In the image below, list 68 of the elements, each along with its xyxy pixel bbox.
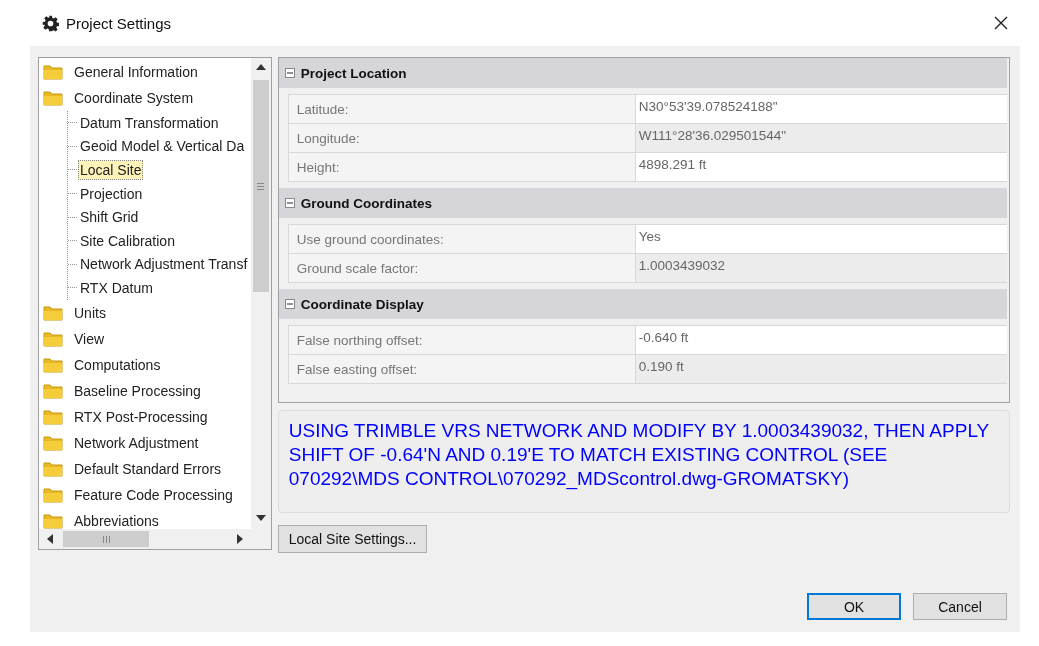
- close-icon: [993, 15, 1009, 31]
- property-value[interactable]: W111°28'36.029501544": [635, 124, 1007, 152]
- tree-item[interactable]: View: [72, 328, 107, 349]
- property-value[interactable]: Yes: [635, 225, 1007, 253]
- property-value[interactable]: 0.190 ft: [635, 355, 1007, 383]
- property-label: Height:: [288, 153, 636, 181]
- folder-icon: [43, 486, 63, 503]
- tree-item[interactable]: Coordinate System: [72, 88, 196, 108]
- folder-icon: [43, 90, 63, 106]
- local-site-settings-button[interactable]: Local Site Settings...: [277, 525, 428, 553]
- scroll-down-icon[interactable]: [255, 515, 266, 521]
- category-title: Ground Coordinates: [300, 195, 432, 211]
- tree-item[interactable]: RTX Post-Processing: [72, 406, 210, 427]
- tree-item[interactable]: Site Calibration: [78, 230, 177, 251]
- property-label: Longitude:: [288, 124, 636, 152]
- property-value[interactable]: 1.0003439032: [635, 254, 1007, 282]
- scroll-thumb[interactable]: [252, 80, 269, 292]
- tree-item[interactable]: Default Standard Errors: [72, 458, 224, 479]
- note-text: USING TRIMBLE VRS NETWORK AND MODIFY BY 1.0003439032, THEN APPLY SHIFT OF -0.64'N AND 0.19'E TO MATCH EXISTING CONTROL (SEE 070292\MDS CONTROL\070292_MDScontrol.dwg-GROMATSKY): [277, 410, 1010, 513]
- tree-item[interactable]: Network Adjustment Transf: [78, 254, 250, 275]
- grip-icon: [257, 182, 265, 190]
- folder-icon: [43, 408, 63, 425]
- tree-item[interactable]: Feature Code Processing: [72, 484, 235, 505]
- tree-item[interactable]: General Information: [72, 62, 200, 82]
- folder-icon: [43, 382, 63, 399]
- collapse-icon[interactable]: [284, 68, 295, 78]
- folder-icon: [43, 434, 63, 451]
- tree-item[interactable]: Datum Transformation: [78, 112, 221, 133]
- collapse-icon[interactable]: [284, 299, 295, 309]
- gear-icon: [42, 14, 59, 32]
- scroll-thumb[interactable]: [63, 531, 149, 547]
- tree-item[interactable]: Geoid Model & Vertical Da: [78, 136, 247, 157]
- category-title: Project Location: [300, 65, 407, 81]
- property-label: Use ground coordinates:: [288, 225, 636, 253]
- folder-icon: [43, 356, 63, 373]
- vertical-scrollbar[interactable]: [250, 58, 271, 529]
- tree-item[interactable]: Abbreviations: [72, 510, 161, 529]
- property-label: False easting offset:: [288, 355, 636, 383]
- scroll-up-icon[interactable]: [255, 64, 266, 70]
- property-value[interactable]: N30°53'39.078524188": [635, 95, 1007, 123]
- folder-icon: [43, 512, 63, 529]
- tree-item[interactable]: Projection: [78, 183, 145, 204]
- tree-item[interactable]: Local Site: [78, 160, 144, 180]
- tree-item[interactable]: Computations: [72, 354, 163, 375]
- category-title: Coordinate Display: [300, 296, 424, 312]
- grip-icon: [102, 535, 110, 543]
- dialog-button[interactable]: OK: [807, 593, 901, 620]
- horizontal-scrollbar[interactable]: [39, 529, 271, 549]
- scroll-left-icon[interactable]: [47, 534, 53, 544]
- dialog-button[interactable]: Cancel: [913, 593, 1007, 620]
- window-title: Project Settings: [66, 14, 172, 32]
- folder-icon: [43, 64, 63, 80]
- tree-item[interactable]: Shift Grid: [78, 207, 141, 228]
- close-button[interactable]: [993, 15, 1009, 31]
- folder-icon: [43, 304, 63, 321]
- property-label: False northing offset:: [288, 326, 636, 354]
- property-value[interactable]: 4898.291 ft: [635, 153, 1007, 181]
- folder-icon: [43, 330, 63, 347]
- tree-item[interactable]: Units: [72, 302, 108, 323]
- property-value[interactable]: -0.640 ft: [635, 326, 1007, 354]
- tree-item[interactable]: RTX Datum: [78, 277, 155, 298]
- property-label: Latitude:: [288, 95, 636, 123]
- tree-item[interactable]: Network Adjustment: [72, 432, 201, 453]
- scroll-right-icon[interactable]: [236, 534, 243, 544]
- collapse-icon[interactable]: [284, 198, 295, 208]
- property-label: Ground scale factor:: [288, 254, 636, 282]
- tree-item[interactable]: Baseline Processing: [72, 380, 203, 401]
- folder-icon: [43, 460, 63, 477]
